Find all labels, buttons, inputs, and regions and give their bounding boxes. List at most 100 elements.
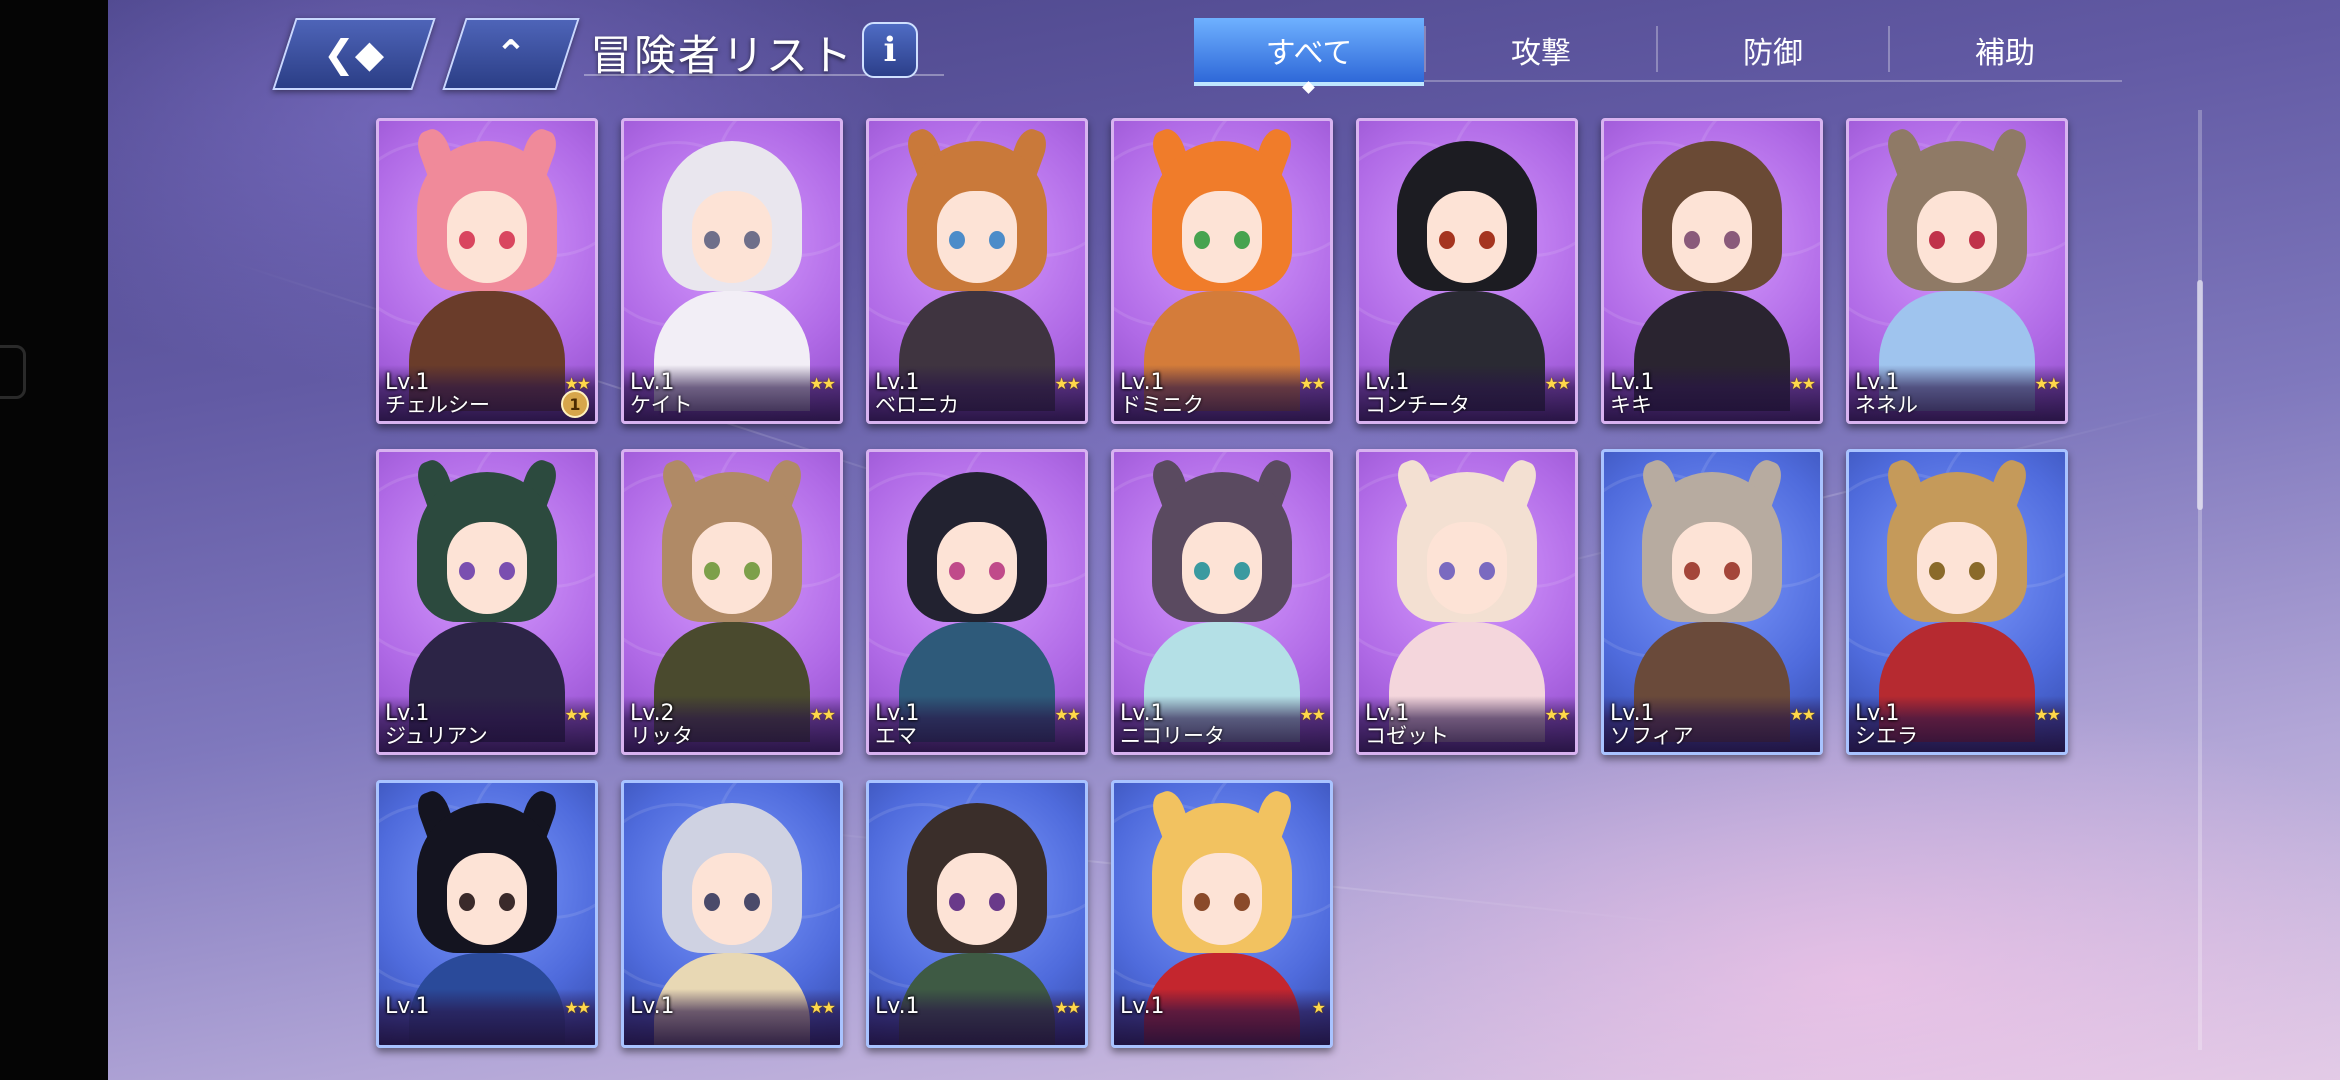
count-badge: 1 <box>561 390 589 418</box>
eye-shape <box>704 562 720 580</box>
rarity-stars-icon: ★★ <box>1299 705 1326 724</box>
character-card[interactable]: Lv.1 ★★ シエラ <box>1846 449 2068 755</box>
eye-shape <box>1234 562 1250 580</box>
character-card[interactable]: Lv.1 ★★ ジュリアン <box>376 449 598 755</box>
character-name: ネネル <box>1855 393 1918 417</box>
filter-tabs: すべて 攻撃 防御 補助 <box>1194 18 2122 94</box>
scrollbar[interactable] <box>2197 110 2203 1050</box>
rarity-stars-icon: ★★ <box>1054 374 1081 393</box>
character-card[interactable]: Lv.1 ★★ コンチータ <box>1356 118 1578 424</box>
rarity-stars-icon: ★★ <box>809 705 836 724</box>
home-button[interactable]: ⌃ <box>442 18 580 90</box>
rarity-stars-icon: ★★ <box>2034 705 2061 724</box>
eye-shape <box>459 231 475 249</box>
eye-shape <box>1439 231 1455 249</box>
eye-shape <box>499 231 515 249</box>
eye-shape <box>1194 893 1210 911</box>
rarity-stars-icon: ★★ <box>809 998 836 1017</box>
character-name: リッタ <box>630 724 693 748</box>
character-name: シエラ <box>1855 724 1918 748</box>
character-card[interactable]: Lv.2 ★★ リッタ <box>621 449 843 755</box>
tab-separator <box>1888 26 1890 72</box>
tab-separator <box>1656 26 1658 72</box>
adventurer-list-screen: ❮◆ ⌃ 冒険者リスト i すべて 攻撃 防御 補助 Lv.1 ★★ チェルシー 1 Lv.1… <box>108 0 2340 1080</box>
character-name: エマ <box>875 724 917 748</box>
tab-2[interactable]: 防御 <box>1658 18 1888 82</box>
eye-shape <box>1479 231 1495 249</box>
level-label: Lv.1 <box>1120 994 1165 1019</box>
tab-separator <box>1424 26 1426 72</box>
character-card[interactable]: Lv.1 ★★ ドミニク <box>1111 118 1333 424</box>
character-name: チェルシー <box>385 393 490 417</box>
eye-shape <box>499 562 515 580</box>
eye-shape <box>1684 562 1700 580</box>
character-card[interactable]: Lv.1 ★★ エマ <box>866 449 1088 755</box>
eye-shape <box>1929 562 1945 580</box>
eye-shape <box>1684 231 1700 249</box>
eye-shape <box>1194 231 1210 249</box>
eye-shape <box>704 231 720 249</box>
tab-label: すべて <box>1265 36 1353 71</box>
back-arrow-icon: ❮◆ <box>323 32 385 76</box>
character-name: ソフィア <box>1610 724 1694 748</box>
level-label: Lv.1 <box>385 994 430 1019</box>
character-card[interactable]: Lv.1 ★★ コゼット <box>1356 449 1578 755</box>
character-card[interactable]: Lv.1 ★★ ネネル <box>1846 118 2068 424</box>
character-card[interactable]: Lv.1 ★★ ニコリータ <box>1111 449 1333 755</box>
info-button[interactable]: i <box>862 22 918 78</box>
gesture-handle <box>0 345 26 399</box>
tab-1[interactable]: 攻撃 <box>1426 18 1656 82</box>
eye-shape <box>1234 231 1250 249</box>
eye-shape <box>1439 562 1455 580</box>
rarity-stars-icon: ★★ <box>2034 374 2061 393</box>
character-name: ケイト <box>630 393 693 417</box>
character-card[interactable]: Lv.1 ★★ キキ <box>1601 118 1823 424</box>
eye-shape <box>744 893 760 911</box>
level-label: Lv.1 <box>875 994 920 1019</box>
eye-shape <box>989 893 1005 911</box>
rarity-stars-icon: ★★ <box>809 374 836 393</box>
back-button[interactable]: ❮◆ <box>272 18 436 90</box>
character-card[interactable]: Lv.1 ★★ ケイト <box>621 118 843 424</box>
eye-shape <box>499 893 515 911</box>
eye-shape <box>949 562 965 580</box>
eye-shape <box>744 231 760 249</box>
eye-shape <box>989 231 1005 249</box>
eye-shape <box>459 562 475 580</box>
character-card[interactable]: Lv.1 ★ <box>1111 780 1333 1048</box>
rarity-stars-icon: ★★ <box>1544 705 1571 724</box>
rarity-stars-icon: ★ <box>1311 998 1326 1017</box>
tab-0[interactable]: すべて <box>1194 18 1424 94</box>
character-card[interactable]: Lv.1 ★★ ベロニカ <box>866 118 1088 424</box>
character-name: キキ <box>1610 393 1652 417</box>
eye-shape <box>1479 562 1495 580</box>
character-card[interactable]: Lv.1 ★★ チェルシー 1 <box>376 118 598 424</box>
eye-shape <box>1929 231 1945 249</box>
eye-shape <box>989 562 1005 580</box>
eye-shape <box>459 893 475 911</box>
tab-label: 補助 <box>1975 36 2035 71</box>
eye-shape <box>1969 562 1985 580</box>
character-card[interactable]: Lv.1 ★★ <box>621 780 843 1048</box>
tab-label: 防御 <box>1743 36 1803 71</box>
character-card[interactable]: Lv.1 ★★ <box>376 780 598 1048</box>
rarity-stars-icon: ★★ <box>1789 374 1816 393</box>
rarity-stars-icon: ★★ <box>1789 705 1816 724</box>
home-icon: ⌃ <box>495 32 527 76</box>
rarity-stars-icon: ★★ <box>564 998 591 1017</box>
character-name: ニコリータ <box>1120 724 1225 748</box>
tab-label: 攻撃 <box>1511 36 1571 71</box>
scroll-thumb[interactable] <box>2197 280 2203 510</box>
eye-shape <box>704 893 720 911</box>
eye-shape <box>1969 231 1985 249</box>
character-name: ドミニク <box>1120 393 1204 417</box>
eye-shape <box>744 562 760 580</box>
rarity-stars-icon: ★★ <box>1544 374 1571 393</box>
rarity-stars-icon: ★★ <box>564 705 591 724</box>
character-name: ジュリアン <box>385 724 488 748</box>
eye-shape <box>1724 231 1740 249</box>
tab-3[interactable]: 補助 <box>1890 18 2120 82</box>
character-card[interactable]: Lv.1 ★★ <box>866 780 1088 1048</box>
character-name: コゼット <box>1365 724 1449 748</box>
character-card[interactable]: Lv.1 ★★ ソフィア <box>1601 449 1823 755</box>
